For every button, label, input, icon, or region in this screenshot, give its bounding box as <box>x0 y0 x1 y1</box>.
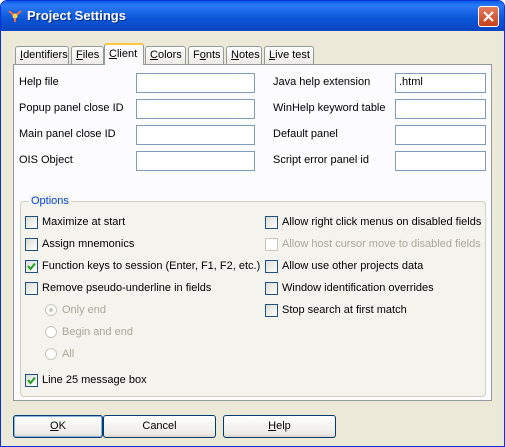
button-label-rest: K <box>58 420 66 432</box>
script-error-panel-id-label: Script error panel id <box>273 154 369 166</box>
checkbox-label: Assign mnemonics <box>42 238 135 250</box>
ois-object-field[interactable] <box>136 151 255 171</box>
tab-files[interactable]: Files <box>71 46 104 64</box>
checkmark-icon <box>27 376 36 385</box>
options-group: Options Maximize at start Assign mnemoni… <box>20 195 486 397</box>
checkbox-label: Stop search at first match <box>282 304 407 316</box>
tab-identifiers[interactable]: Identifiers <box>15 46 69 64</box>
default-panel-label: Default panel <box>273 128 338 140</box>
tab-label-accel: C <box>109 48 117 60</box>
dialog-body: Identifiers Files Client Colors Fonts No… <box>5 31 500 444</box>
checkbox-label: Allow host cursor move to disabled field… <box>282 238 481 250</box>
checkbox-box[interactable] <box>25 238 38 251</box>
tab-client[interactable]: Client <box>104 43 144 65</box>
checkbox-label: Maximize at start <box>42 216 126 228</box>
checkbox-label: Line 25 message box <box>42 374 147 386</box>
cancel-button[interactable]: Cancel <box>103 415 216 438</box>
radio-button[interactable] <box>45 348 57 360</box>
java-help-extension-label: Java help extension <box>273 76 371 88</box>
tab-label-rest: dentifiers <box>23 49 68 61</box>
checkbox-label: Remove pseudo-underline in fields <box>42 282 212 294</box>
tab-label-rest: iles <box>82 49 100 61</box>
tab-label-rest: nts <box>205 49 221 61</box>
radio-button[interactable] <box>45 326 57 338</box>
tab-label-rest: olors <box>157 49 182 61</box>
help-file-label: Help file <box>19 76 59 88</box>
main-panel-close-id-field[interactable] <box>136 125 255 145</box>
tab-notes[interactable]: Notes <box>226 46 262 64</box>
close-button[interactable] <box>478 6 499 27</box>
checkbox-box[interactable] <box>265 216 278 229</box>
help-file-field[interactable] <box>136 73 255 93</box>
checkbox-box[interactable] <box>265 238 278 251</box>
project-settings-dialog: Project Settings Identifiers Files Clien… <box>0 0 505 447</box>
ois-object-label: OIS Object <box>19 154 73 166</box>
button-label-accel: O <box>50 420 59 432</box>
button-label-rest: elp <box>276 420 291 432</box>
tab-live-test[interactable]: Live test <box>264 46 314 64</box>
checkbox-label: Function keys to session (Enter, F1, F2,… <box>42 260 261 272</box>
checkbox-label: Allow use other projects data <box>282 260 424 272</box>
tab-label-accel: F <box>76 49 83 61</box>
checkbox-box[interactable] <box>265 282 278 295</box>
tab-label-rest: lient <box>116 48 138 60</box>
ok-button[interactable]: OK <box>13 415 103 438</box>
radio-label: Begin and end <box>62 326 133 338</box>
script-error-panel-id-field[interactable] <box>395 151 486 171</box>
checkbox-box[interactable] <box>25 282 38 295</box>
checkbox-label: Allow right click menus on disabled fiel… <box>282 216 482 228</box>
radio-label: All <box>62 348 75 360</box>
window-title: Project Settings <box>27 8 126 23</box>
tab-label-pre: F <box>193 49 200 61</box>
popup-panel-close-id-field[interactable] <box>136 99 255 119</box>
button-label-accel: H <box>268 420 277 432</box>
checkbox-label: Window identification overrides <box>282 282 434 294</box>
options-legend: Options <box>29 195 71 207</box>
checkbox-box[interactable] <box>265 304 278 317</box>
tab-label-accel: N <box>231 49 239 61</box>
java-help-extension-field[interactable]: .html <box>395 73 486 93</box>
radio-button[interactable] <box>45 304 57 316</box>
checkbox-box[interactable] <box>265 260 278 273</box>
radio-dot <box>49 308 53 312</box>
title-bar[interactable]: Project Settings <box>1 1 504 31</box>
client-tab-panel: Help file Popup panel close ID Main pane… <box>13 64 492 401</box>
checkbox-box[interactable] <box>25 260 38 273</box>
default-panel-field[interactable] <box>395 125 486 145</box>
button-label: Cancel <box>142 420 177 432</box>
tab-colors[interactable]: Colors <box>145 46 186 64</box>
main-panel-close-id-label: Main panel close ID <box>19 128 116 140</box>
tab-fonts[interactable]: Fonts <box>188 46 224 64</box>
tab-label-rest: otes <box>238 49 260 61</box>
tab-label-rest: ive test <box>275 49 310 61</box>
checkbox-box[interactable] <box>25 374 38 387</box>
popup-panel-close-id-label: Popup panel close ID <box>19 102 124 114</box>
help-button[interactable]: Help <box>223 415 336 438</box>
winhelp-keyword-table-label: WinHelp keyword table <box>273 102 386 114</box>
checkmark-icon <box>27 262 36 271</box>
project-settings-icon <box>7 8 23 24</box>
tab-label-accel: C <box>150 49 158 61</box>
winhelp-keyword-table-field[interactable] <box>395 99 486 119</box>
checkbox-box[interactable] <box>25 216 38 229</box>
radio-label: Only end <box>62 304 107 316</box>
